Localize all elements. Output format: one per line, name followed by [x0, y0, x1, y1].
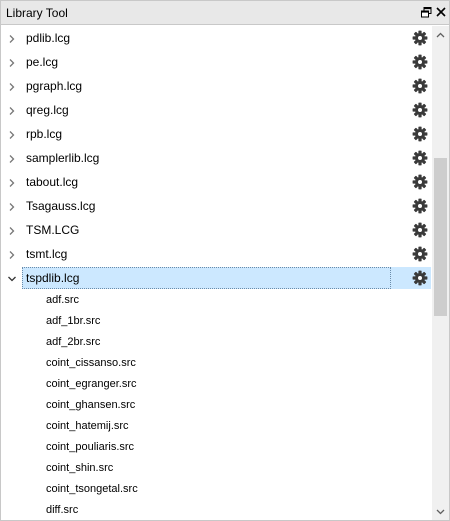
- library-item[interactable]: tsmt.lcg: [2, 242, 432, 266]
- gear-icon[interactable]: [412, 102, 428, 118]
- gear-icon[interactable]: [412, 78, 428, 94]
- library-item[interactable]: samplerlib.lcg: [2, 146, 432, 170]
- source-file-item[interactable]: coint_pouliaris.src: [2, 437, 432, 458]
- library-item[interactable]: pdlib.lcg: [2, 26, 432, 50]
- library-item[interactable]: pgraph.lcg: [2, 74, 432, 98]
- source-file-item[interactable]: coint_cissanso.src: [2, 353, 432, 374]
- gear-icon[interactable]: [412, 30, 428, 46]
- chevron-right-icon[interactable]: [7, 105, 17, 115]
- chevron-right-icon[interactable]: [7, 249, 17, 259]
- source-file-label: coint_hatemij.src: [46, 420, 129, 432]
- library-item[interactable]: tspdlib.lcg: [2, 266, 432, 290]
- library-item[interactable]: qreg.lcg: [2, 98, 432, 122]
- source-file-item[interactable]: coint_shin.src: [2, 458, 432, 479]
- chevron-up-icon: [436, 32, 445, 37]
- library-item[interactable]: rpb.lcg: [2, 122, 432, 146]
- gear-icon[interactable]: [412, 246, 428, 262]
- chevron-right-icon[interactable]: [7, 129, 17, 139]
- source-file-label: coint_ghansen.src: [46, 399, 136, 411]
- source-file-label: adf_2br.src: [46, 336, 101, 348]
- library-item[interactable]: tabout.lcg: [2, 170, 432, 194]
- library-label: samplerlib.lcg: [26, 151, 100, 165]
- library-item[interactable]: Tsagauss.lcg: [2, 194, 432, 218]
- library-label: tspdlib.lcg: [26, 271, 80, 285]
- panel-titlebar: Library Tool: [1, 1, 449, 25]
- library-label: Tsagauss.lcg: [26, 199, 96, 213]
- source-file-label: adf.src: [46, 294, 80, 306]
- scroll-down-button[interactable]: [432, 503, 449, 520]
- source-file-label: diff.src: [46, 504, 79, 516]
- library-label: pgraph.lcg: [26, 79, 83, 93]
- library-tree: pdlib.lcg pe.lcg pgraph.lcg qreg.lcg rpb.lcg…: [2, 26, 432, 520]
- source-file-item[interactable]: diff.src: [2, 500, 432, 520]
- source-file-item[interactable]: adf.src: [2, 290, 432, 311]
- source-file-item[interactable]: coint_egranger.src: [2, 374, 432, 395]
- source-file-label: coint_egranger.src: [46, 378, 137, 390]
- vertical-scrollbar[interactable]: [432, 26, 449, 520]
- source-file-item[interactable]: coint_tsongetal.src: [2, 479, 432, 500]
- library-label: pe.lcg: [26, 55, 59, 69]
- source-file-label: coint_cissanso.src: [46, 357, 136, 369]
- scroll-up-button[interactable]: [432, 26, 449, 43]
- source-file-label: coint_pouliaris.src: [46, 441, 135, 453]
- scroll-thumb[interactable]: [434, 158, 447, 316]
- gear-icon[interactable]: [412, 150, 428, 166]
- chevron-right-icon[interactable]: [7, 33, 17, 43]
- close-icon[interactable]: [434, 5, 448, 19]
- source-file-item[interactable]: coint_ghansen.src: [2, 395, 432, 416]
- source-file-label: coint_tsongetal.src: [46, 483, 138, 495]
- float-window-icon[interactable]: [419, 5, 433, 19]
- chevron-right-icon[interactable]: [7, 153, 17, 163]
- library-tool-panel: Library Tool pdlib.lcg pe.lcg pgraph.lcg qr…: [0, 0, 450, 521]
- gear-icon[interactable]: [412, 270, 428, 286]
- library-label: TSM.LCG: [26, 223, 80, 237]
- library-label: qreg.lcg: [26, 103, 69, 117]
- source-file-item[interactable]: adf_1br.src: [2, 311, 432, 332]
- chevron-right-icon[interactable]: [7, 177, 17, 187]
- chevron-down-icon: [436, 509, 445, 514]
- gear-icon[interactable]: [412, 174, 428, 190]
- gear-icon[interactable]: [412, 222, 428, 238]
- library-item[interactable]: pe.lcg: [2, 50, 432, 74]
- source-file-item[interactable]: coint_hatemij.src: [2, 416, 432, 437]
- source-file-label: coint_shin.src: [46, 462, 114, 474]
- chevron-down-icon[interactable]: [7, 273, 17, 283]
- source-file-label: adf_1br.src: [46, 315, 101, 327]
- library-label: rpb.lcg: [26, 127, 63, 141]
- gear-icon[interactable]: [412, 54, 428, 70]
- library-label: tabout.lcg: [26, 175, 79, 189]
- gear-icon[interactable]: [412, 126, 428, 142]
- chevron-right-icon[interactable]: [7, 225, 17, 235]
- library-label: pdlib.lcg: [26, 31, 71, 45]
- library-label: tsmt.lcg: [26, 247, 68, 261]
- chevron-right-icon[interactable]: [7, 201, 17, 211]
- chevron-right-icon[interactable]: [7, 81, 17, 91]
- library-item[interactable]: TSM.LCG: [2, 218, 432, 242]
- gear-icon[interactable]: [412, 198, 428, 214]
- chevron-right-icon[interactable]: [7, 57, 17, 67]
- source-file-item[interactable]: adf_2br.src: [2, 332, 432, 353]
- panel-title: Library Tool: [6, 6, 68, 20]
